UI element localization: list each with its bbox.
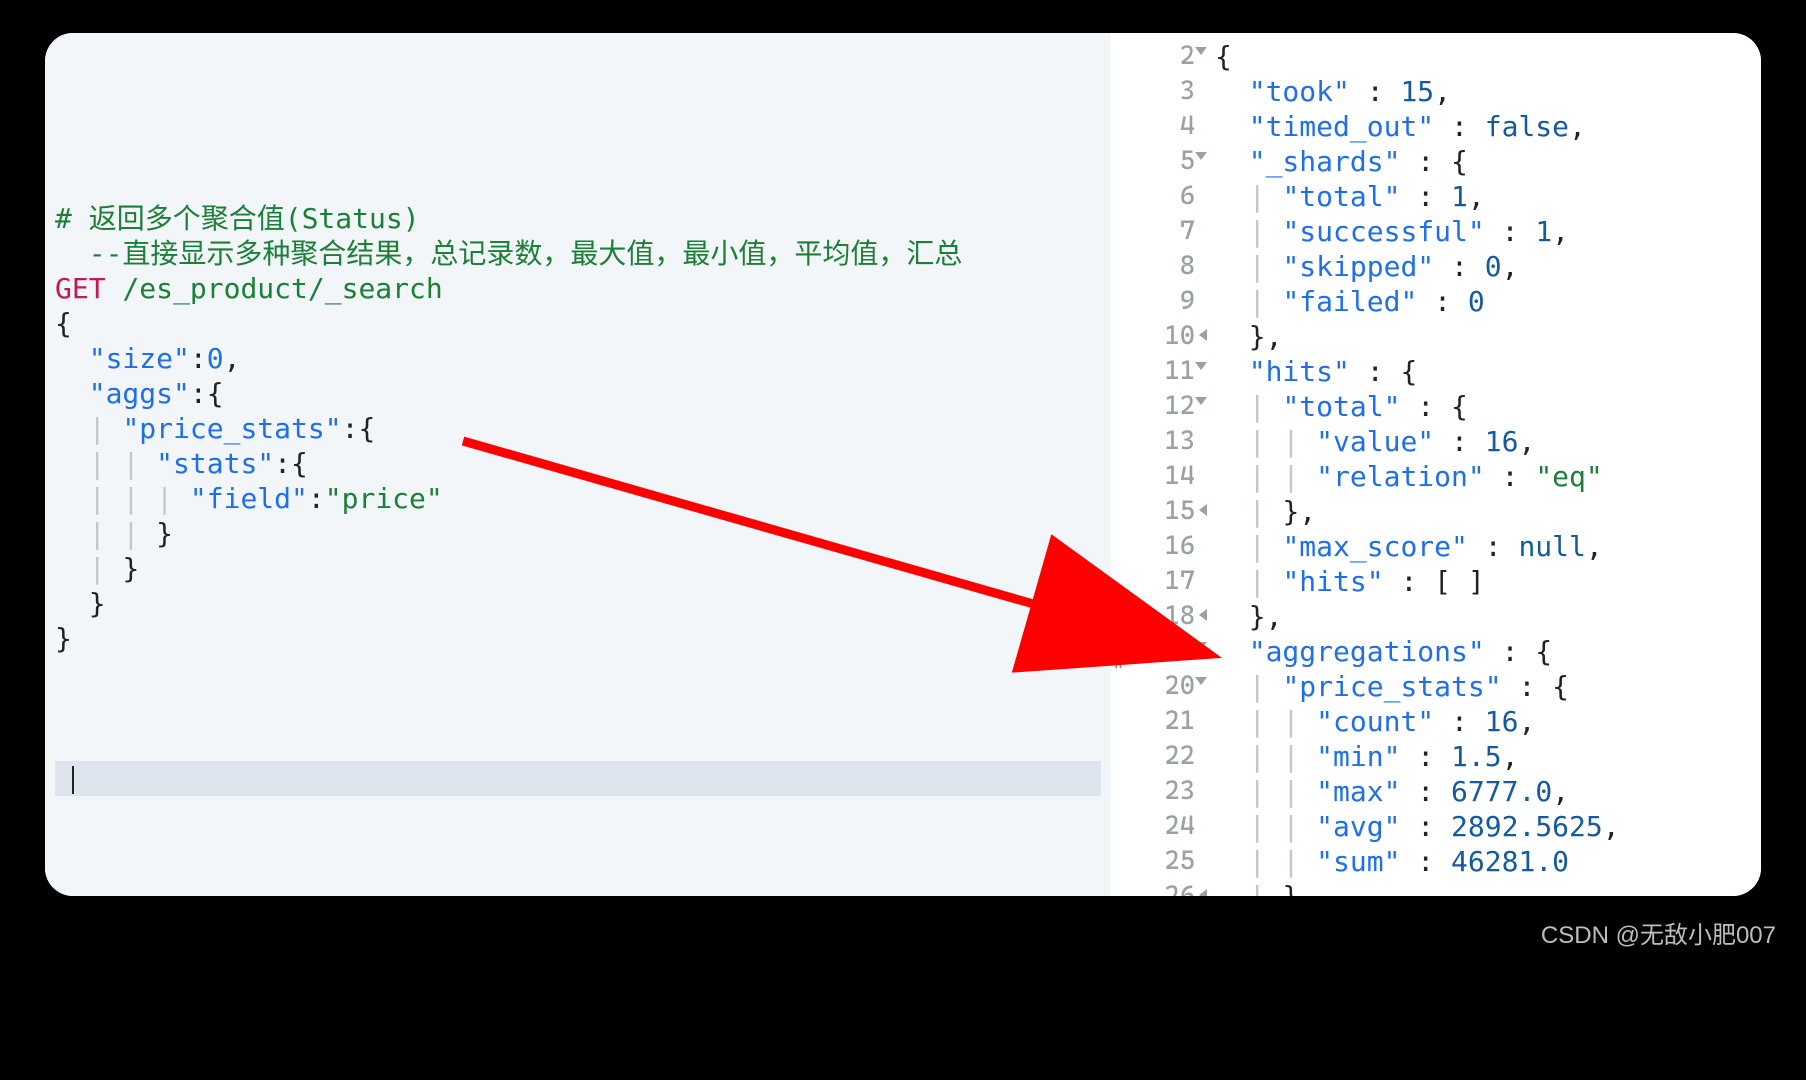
gutter-line: 9 <box>1125 284 1195 319</box>
gutter-line: 14 <box>1125 459 1195 494</box>
fold-open-icon[interactable] <box>1195 152 1207 160</box>
pane-divider[interactable]: ‖ <box>1111 33 1125 896</box>
cursor-line[interactable] <box>55 761 1101 796</box>
fold-open-icon[interactable] <box>1195 362 1207 370</box>
comment-line-1: # 返回多个聚合值(Status) <box>55 202 420 235</box>
gutter-line: 11 <box>1125 354 1195 389</box>
response-code[interactable]: { "took" : 15, "timed_out" : false, "_sh… <box>1203 33 1761 896</box>
json-key-aggs: "aggs" <box>89 377 190 410</box>
gutter-line: 26 <box>1125 879 1195 896</box>
watermark-text: CSDN @无敌小肥007 <box>1541 915 1776 950</box>
json-val-price: "price" <box>325 482 443 515</box>
gutter-line: 17 <box>1125 564 1195 599</box>
json-key-size: "size" <box>89 342 190 375</box>
fold-close-icon[interactable] <box>1199 609 1207 621</box>
gutter-line: 18 <box>1125 599 1195 634</box>
gutter-line: 15 <box>1125 494 1195 529</box>
comment-line-2: --直接显示多种聚合结果，总记录数，最大值，最小值，平均值，汇总 <box>55 237 962 270</box>
json-key-price-stats: "price_stats" <box>122 412 341 445</box>
gutter-line: 8 <box>1125 249 1195 284</box>
json-key-stats: "stats" <box>156 447 274 480</box>
gutter-line: 23 <box>1125 774 1195 809</box>
gutter-line: 25 <box>1125 844 1195 879</box>
gutter-line: 3 <box>1125 74 1195 109</box>
gutter-line: 5 <box>1125 144 1195 179</box>
gutter-line: 6 <box>1125 179 1195 214</box>
gutter-line: 21 <box>1125 704 1195 739</box>
fold-close-icon[interactable] <box>1199 889 1207 896</box>
fold-open-icon[interactable] <box>1195 642 1207 650</box>
request-path: /es_product/_search <box>122 272 442 305</box>
aggregations-key: "aggregations" <box>1249 635 1485 668</box>
fold-close-icon[interactable] <box>1199 504 1207 516</box>
gutter-line: 20 <box>1125 669 1195 704</box>
request-code[interactable]: # 返回多个聚合值(Status) --直接显示多种聚合结果，总记录数，最大值，… <box>55 51 1101 796</box>
gutter-line: 16 <box>1125 529 1195 564</box>
gutter-line: 10 <box>1125 319 1195 354</box>
gutter-line: 12 <box>1125 389 1195 424</box>
json-val-size: 0 <box>207 342 224 375</box>
gutter-line: 4 <box>1125 109 1195 144</box>
divider-grip-icon: ‖ <box>1113 648 1118 669</box>
gutter-line: 22 <box>1125 739 1195 774</box>
gutter-line: 7 <box>1125 214 1195 249</box>
gutter-line: 2 <box>1125 39 1195 74</box>
gutter-line: 13 <box>1125 424 1195 459</box>
response-viewer[interactable]: 2345678910111213141516171819202122232425… <box>1125 33 1761 896</box>
http-method: GET <box>55 272 106 305</box>
fold-open-icon[interactable] <box>1195 397 1207 405</box>
request-editor[interactable]: # 返回多个聚合值(Status) --直接显示多种聚合结果，总记录数，最大值，… <box>45 33 1111 896</box>
gutter-line: 24 <box>1125 809 1195 844</box>
gutter-line: 19 <box>1125 634 1195 669</box>
json-key-field: "field" <box>190 482 308 515</box>
editor-card: # 返回多个聚合值(Status) --直接显示多种聚合结果，总记录数，最大值，… <box>45 33 1761 896</box>
line-gutter: 2345678910111213141516171819202122232425… <box>1125 33 1203 896</box>
fold-close-icon[interactable] <box>1199 329 1207 341</box>
fold-open-icon[interactable] <box>1195 677 1207 685</box>
fold-open-icon[interactable] <box>1195 47 1207 55</box>
